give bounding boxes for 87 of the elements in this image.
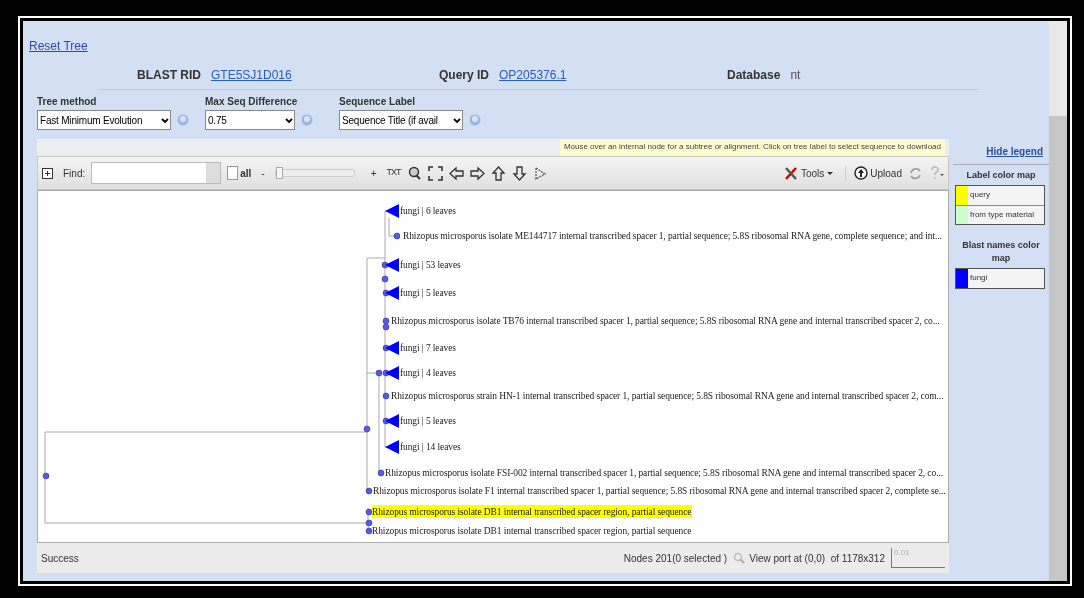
caret-icon xyxy=(453,116,461,124)
node-icon[interactable] xyxy=(365,487,373,495)
zoom-slider[interactable] xyxy=(274,169,355,177)
caret-icon xyxy=(161,116,169,124)
reset-tree-link[interactable]: Reset Tree xyxy=(29,39,88,53)
leaf-label[interactable]: fungi | 6 leaves xyxy=(400,204,456,217)
expand-icon[interactable] xyxy=(42,167,53,179)
all-label: all xyxy=(240,166,252,181)
hint-text: Mouse over an internal node for a subtree or alignment. Click on tree label to select sequence to download xyxy=(559,139,945,156)
node-icon[interactable] xyxy=(365,508,373,516)
node-icon[interactable] xyxy=(382,369,390,377)
option-label: Sequence Label xyxy=(339,95,417,108)
find-field[interactable] xyxy=(91,162,222,184)
all-checkbox[interactable] xyxy=(227,166,239,180)
leaf-label[interactable]: fungi | 7 leaves xyxy=(400,341,456,354)
node-icon[interactable] xyxy=(382,323,390,331)
collapsed-node-icon[interactable] xyxy=(385,440,399,454)
scrollbar[interactable] xyxy=(1049,21,1067,581)
txt-button[interactable]: TXT xyxy=(386,166,401,180)
field-link[interactable]: OP205376.1 xyxy=(499,66,567,84)
node-icon[interactable] xyxy=(42,472,50,480)
leaf-label[interactable]: fungi | 5 leaves xyxy=(400,286,456,299)
select-field[interactable]: Fast Minimum Evolution xyxy=(37,110,171,130)
node-icon[interactable] xyxy=(382,289,390,297)
node-icon[interactable] xyxy=(382,392,390,400)
tools-button[interactable]: Tools xyxy=(783,165,834,181)
fullscreen-icon[interactable] xyxy=(427,165,443,181)
nodes-count: Nodes 201(0 selected ) xyxy=(623,551,728,566)
node-icon[interactable] xyxy=(377,469,385,477)
leaf-label[interactable]: Rhizopus microsporus isolate TB76 internal transcribed spacer 1, partial sequence; 5.8S ribosomal RNA gene and internal transcribed spacer 2, co... xyxy=(391,314,940,327)
leaf-label[interactable]: Rhizopus microsporus isolate F1 internal transcribed spacer 1, partial sequence; 5.8S ribosomal RNA gene and internal transcribed spacer 2, complete se... xyxy=(373,484,946,497)
down-arrow-icon[interactable] xyxy=(511,165,527,181)
hide-legend-link[interactable]: Hide legend xyxy=(986,144,1043,159)
up-arrow-icon[interactable] xyxy=(490,165,506,181)
legend-item-label: query xyxy=(970,189,990,201)
leaf-label[interactable]: Rhizopus microsporus isolate DB1 internal transcribed spacer region, partial sequence xyxy=(372,524,692,537)
legend-title: Label color map xyxy=(965,169,1037,182)
node-icon[interactable] xyxy=(365,519,373,527)
node-icon[interactable] xyxy=(363,425,371,433)
node-icon[interactable] xyxy=(375,369,383,377)
magnifier-icon[interactable] xyxy=(406,165,422,181)
leaf-label[interactable]: Rhizopus microsporus isolate FSI-002 internal transcribed spacer 1, partial sequence; 5.8S ribosomal RNA gene and internal transcribed spacer 2, co... xyxy=(385,466,943,479)
node-icon[interactable] xyxy=(381,261,389,269)
upload-icon xyxy=(854,166,869,180)
left-arrow-icon[interactable] xyxy=(448,165,464,181)
select-field[interactable]: 0.75 xyxy=(205,110,295,130)
node-icon[interactable] xyxy=(382,344,390,352)
node-icon[interactable] xyxy=(393,232,400,240)
field-label: Query ID xyxy=(439,67,489,84)
select-field[interactable]: Sequence Title (if avail xyxy=(339,110,463,130)
zoom-out-button[interactable]: - xyxy=(257,165,269,181)
legend-item-label: fungi xyxy=(970,272,988,284)
field-value: nt xyxy=(790,67,801,84)
collapsed-node-icon[interactable] xyxy=(385,286,399,300)
node-icon[interactable] xyxy=(381,275,389,283)
viewport-text: View port at (0,0) of 1178x312 xyxy=(749,551,885,566)
caret-icon xyxy=(285,116,293,124)
status-message: Success xyxy=(41,551,79,566)
leaf-label[interactable]: Rhizopus microsporus isolate DB1 internal transcribed spacer region, partial sequence xyxy=(372,505,692,518)
collapsed-node-icon[interactable] xyxy=(385,341,399,355)
option-label: Max Seq Difference xyxy=(205,95,299,108)
leaf-label[interactable]: fungi | 5 leaves xyxy=(400,414,456,427)
leaf-label[interactable]: Rhizopus microsporus strain HN-1 internal transcribed spacer 1, partial sequence; 5.8S ribosomal RNA gene and internal transcribed spacer 2, com... xyxy=(391,389,944,402)
field-link[interactable]: GTE5SJ1D016 xyxy=(211,66,292,84)
legend-title: Blast names color map xyxy=(961,238,1041,265)
node-icon[interactable] xyxy=(365,527,373,535)
collapsed-node-icon[interactable] xyxy=(385,204,399,218)
zoom-in-button[interactable]: + xyxy=(366,165,381,181)
upload-button[interactable]: Upload xyxy=(845,165,902,181)
legend-item-label: from type material xyxy=(970,208,1035,221)
node-icon[interactable] xyxy=(382,317,390,325)
option-label: Tree method xyxy=(37,95,98,108)
leaf-label[interactable]: Rhizopus microsporus isolate ME144717 internal transcribed spacer 1, partial sequence; 5.8S ribosomal RNA gene, complete sequence; and int... xyxy=(403,229,942,242)
node-icon[interactable] xyxy=(382,417,390,425)
pointer-icon[interactable] xyxy=(532,165,548,181)
collapsed-node-icon[interactable] xyxy=(385,366,399,380)
right-arrow-icon[interactable] xyxy=(469,165,485,181)
caret-icon xyxy=(827,171,834,175)
leaf-label[interactable]: fungi | 14 leaves xyxy=(400,440,461,453)
collapsed-node-icon[interactable] xyxy=(385,258,399,272)
find-label: Find: xyxy=(63,166,86,181)
collapsed-node-icon[interactable] xyxy=(385,414,399,428)
leaf-label[interactable]: fungi | 4 leaves xyxy=(400,366,456,379)
field-label: BLAST RID xyxy=(137,67,201,84)
scale-box: 0.01 xyxy=(891,548,945,568)
field-label: Database xyxy=(727,67,781,84)
leaf-label[interactable]: fungi | 53 leaves xyxy=(400,258,461,271)
